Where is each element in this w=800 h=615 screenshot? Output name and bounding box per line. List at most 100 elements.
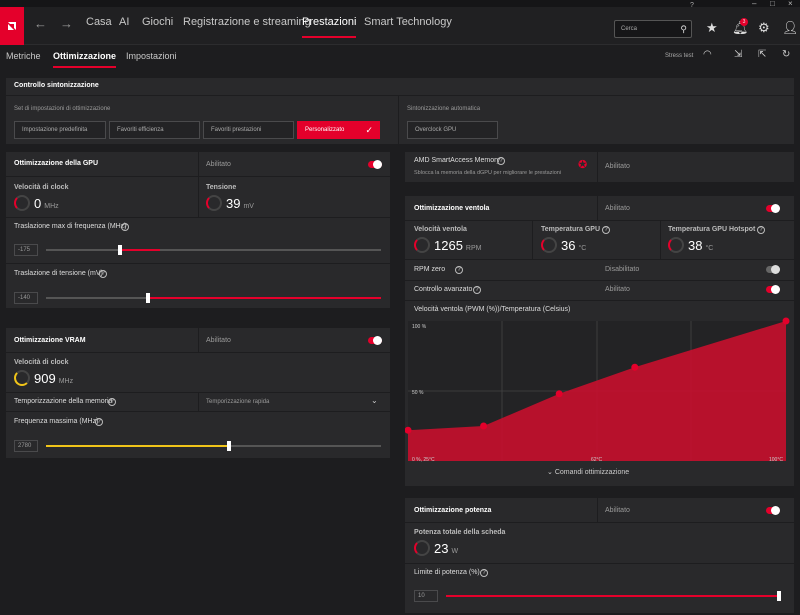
info-icon[interactable]: ? [99,270,107,278]
back-icon[interactable]: ← [34,16,47,31]
favorites-icon[interactable]: ★ [706,20,718,36]
amd-logo[interactable] [0,7,24,45]
gpu-clock-gauge [14,195,30,211]
zero-rpm-toggle[interactable] [766,265,780,274]
max-freq-thumb[interactable] [227,441,231,451]
nav-ai[interactable]: AI [119,16,129,28]
voltage-offset-thumb[interactable] [146,293,150,303]
vram-status: Abilitato [206,337,231,344]
gpu-temp-label: Temperatura GPU [541,226,600,233]
board-power-value: 23 W [434,541,459,556]
hotspot-temp-value: 38 °C [688,238,714,253]
freq-offset-track[interactable] [46,249,381,251]
gpu-status: Abilitato [206,161,231,168]
info-icon[interactable]: ? [95,418,103,426]
gpu-toggle[interactable] [368,160,382,169]
info-icon[interactable]: ? [757,226,765,234]
gauge-icon[interactable]: ◠ [703,49,712,60]
preset-default-button[interactable]: Impostazione predefinita [14,121,106,139]
fan-curve-point[interactable] [782,317,790,325]
nav-giochi[interactable]: Giochi [142,16,173,28]
vram-toggle[interactable] [368,336,382,345]
reset-icon[interactable]: ↻ [782,49,790,60]
fan-toggle[interactable] [766,204,780,213]
overclock-gpu-button[interactable]: Overclock GPU [407,121,498,139]
presets-label: Set di impostazioni di ottimizzazione [14,106,111,112]
info-icon[interactable]: ? [455,266,463,274]
voltage-offset-fill [148,297,381,299]
zero-rpm-status: Disabilitato [605,266,640,273]
optimization-commands-toggle[interactable]: ⌄ Comandi ottimizzazione [547,468,629,476]
vram-title: Ottimizzazione VRAM [14,337,86,344]
maximize-icon[interactable]: □ [770,0,775,8]
gpu-clock-label: Velocità di clock [14,184,69,191]
info-icon[interactable]: ? [108,398,116,406]
freq-offset-fill [120,249,160,251]
voltage-offset-input[interactable]: -140 [14,292,38,304]
fan-curve-point[interactable] [631,363,639,371]
advanced-control-status: Abilitato [605,286,630,293]
fan-curve-point[interactable] [480,422,488,430]
power-limit-fill [446,595,779,597]
fan-curve-chart[interactable]: 100 % 50 % 0 %, 25°C 62°C 100°C [405,316,794,466]
brain-icon: ✪ [578,159,588,171]
help-icon[interactable]: ? [690,2,694,9]
board-power-label: Potenza totale della scheda [414,529,506,536]
chevron-down-icon[interactable]: ⌄ [371,396,378,405]
tab-metriche[interactable]: Metriche [6,51,41,61]
stress-test-label[interactable]: Stress test [665,53,693,59]
preset-custom-button[interactable]: Personalizzato ✓ [297,121,380,139]
freq-offset-thumb[interactable] [118,245,122,255]
gpu-voltage-gauge [206,195,222,211]
fan-curve-title: Velocità ventola (PWM (%))/Temperatura (… [414,306,571,313]
settings-icon[interactable]: ⚙ [758,20,770,36]
export-icon[interactable]: ⇱ [758,49,766,60]
memory-timing-select[interactable]: Temporizzazione rapida [206,399,269,405]
nav-registrazione[interactable]: Registrazione e streaming [183,16,311,28]
info-icon[interactable]: ? [480,569,488,577]
max-freq-label: Frequenza massima (MHz) [14,418,99,425]
power-limit-thumb[interactable] [777,591,781,601]
power-title: Ottimizzazione potenza [414,507,492,514]
power-toggle[interactable] [766,506,780,515]
nav-casa[interactable]: Casa [86,16,112,28]
info-icon[interactable]: ? [497,157,505,165]
title-bar: – □ × [0,0,800,8]
fan-curve-point[interactable] [555,390,563,398]
tab-ottimizzazione[interactable]: Ottimizzazione [53,51,117,68]
preset-efficiency-button[interactable]: Favoriti efficienza [109,121,200,139]
fan-speed-label: Velocità ventola [414,226,467,233]
gpu-voltage-label: Tensione [206,184,237,191]
search-icon: ⚲ [680,24,687,34]
max-freq-fill [46,445,229,447]
advanced-control-toggle[interactable] [766,285,780,294]
power-limit-input[interactable]: 10 [414,590,438,602]
fan-speed-gauge [414,237,430,253]
forward-icon[interactable]: → [60,16,73,31]
vram-clock-value: 909 MHz [34,371,74,386]
preset-performance-button[interactable]: Favoriti prestazioni [203,121,294,139]
auto-tuning-label: Sintonizzazione automatica [407,106,481,112]
memory-timing-label: Temporizzazione della memoria [14,398,113,405]
gpu-temp-gauge [541,237,557,253]
info-icon[interactable]: ? [473,286,481,294]
max-freq-input[interactable]: 2780 [14,440,38,452]
search-input[interactable]: Cerca ⚲ [614,20,692,38]
import-icon[interactable]: ⇲ [734,49,742,60]
freq-offset-input[interactable]: -175 [14,244,38,256]
nav-smart-technology[interactable]: Smart Technology [364,16,452,28]
power-status: Abilitato [605,507,630,514]
info-icon[interactable]: ? [121,223,129,231]
vram-clock-label: Velocità di clock [14,359,69,366]
tab-impostazioni[interactable]: Impostazioni [126,51,177,61]
info-icon[interactable]: ? [602,226,610,234]
minimize-icon[interactable]: – [752,0,756,8]
gpu-temp-value: 36 °C [561,238,587,253]
y-tick-50: 50 % [412,390,424,396]
nav-prestazioni[interactable]: Prestazioni [302,16,357,38]
sam-title: AMD SmartAccess Memory [414,157,500,164]
x-tick-mid: 62°C [591,457,603,463]
gpu-voltage-value: 39 mV [226,196,254,211]
user-icon[interactable]: 👤︎ [782,20,799,36]
close-icon[interactable]: × [788,0,793,8]
